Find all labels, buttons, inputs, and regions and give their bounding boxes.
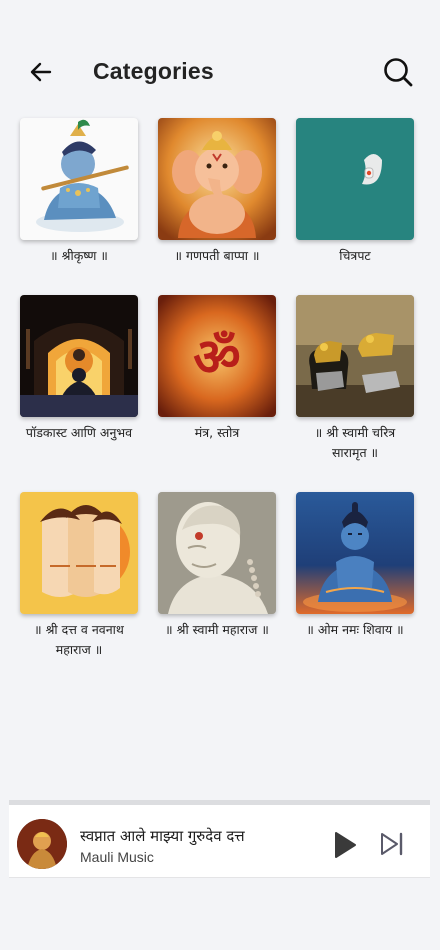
category-tile-swami-charitra[interactable]: ॥ श्री स्वामी चरित्र सारामृत ॥: [296, 295, 416, 463]
category-image-swami-statue: [158, 492, 276, 614]
skip-next-icon: [381, 832, 403, 856]
app-header: Categories: [0, 0, 440, 120]
category-tile-swami-maharaj[interactable]: ॥ श्री स्वामी महाराज ॥: [158, 492, 278, 640]
category-label: चित्रपट: [339, 248, 371, 263]
category-label: पॉडकास्ट आणि अनुभव: [25, 425, 133, 440]
category-image-ganpati: [158, 118, 276, 240]
category-image-om: ॐ: [158, 295, 276, 417]
play-icon: [335, 832, 356, 858]
category-label: ॥ श्री स्वामी चरित्र सारामृत ॥: [314, 425, 396, 460]
page-title: Categories: [93, 58, 214, 84]
category-tile-cinema[interactable]: चित्रपट: [296, 118, 416, 266]
search-icon: [384, 58, 413, 87]
category-label: ॥ गणपती बाप्पा ॥: [174, 248, 260, 263]
search-button[interactable]: [380, 54, 416, 90]
now-playing-artist: Mauli Music: [80, 849, 154, 865]
category-tile-shiva[interactable]: ॥ ओम नमः शिवाय ॥: [296, 492, 416, 640]
category-label: मंत्र, स्तोत्र: [194, 425, 240, 440]
category-tile-podcast[interactable]: पॉडकास्ट आणि अनुभव: [20, 295, 140, 443]
category-image-krishna: [20, 118, 138, 240]
svg-text:ॐ: ॐ: [193, 328, 240, 388]
category-tile-ganpati[interactable]: ॥ गणपती बाप्पा ॥: [158, 118, 278, 266]
category-image-datta: [20, 492, 138, 614]
category-label: ॥ श्रीकृष्ण ॥: [50, 248, 108, 263]
now-playing-title: स्वप्नात आले माझ्या गुरुदेव दत्त: [80, 827, 245, 845]
category-label: ॥ ओम नमः शिवाय ॥: [306, 622, 404, 637]
category-image-meditation-temple: [20, 295, 138, 417]
category-label: ॥ श्री दत्त व नवनाथ महाराज ॥: [34, 622, 124, 657]
mini-player[interactable]: स्वप्नात आले माझ्या गुरुदेव दत्त Mauli M…: [9, 800, 430, 878]
category-tile-krishna[interactable]: ॥ श्रीकृष्ण ॥: [20, 118, 140, 266]
arrow-left-icon: [30, 62, 52, 82]
category-image-crescent-moon: [296, 118, 414, 240]
play-button[interactable]: [332, 830, 358, 860]
category-tile-mantra[interactable]: ॐ मंत्र, स्तोत्र: [158, 295, 278, 443]
skip-next-button[interactable]: [379, 830, 405, 858]
category-image-golden-padukas: [296, 295, 414, 417]
back-button[interactable]: [26, 56, 58, 88]
category-image-shiva: [296, 492, 414, 614]
now-playing-artwork: [17, 819, 67, 869]
category-tile-datta[interactable]: ॥ श्री दत्त व नवनाथ महाराज ॥: [20, 492, 140, 660]
category-label: ॥ श्री स्वामी महाराज ॥: [165, 622, 269, 637]
